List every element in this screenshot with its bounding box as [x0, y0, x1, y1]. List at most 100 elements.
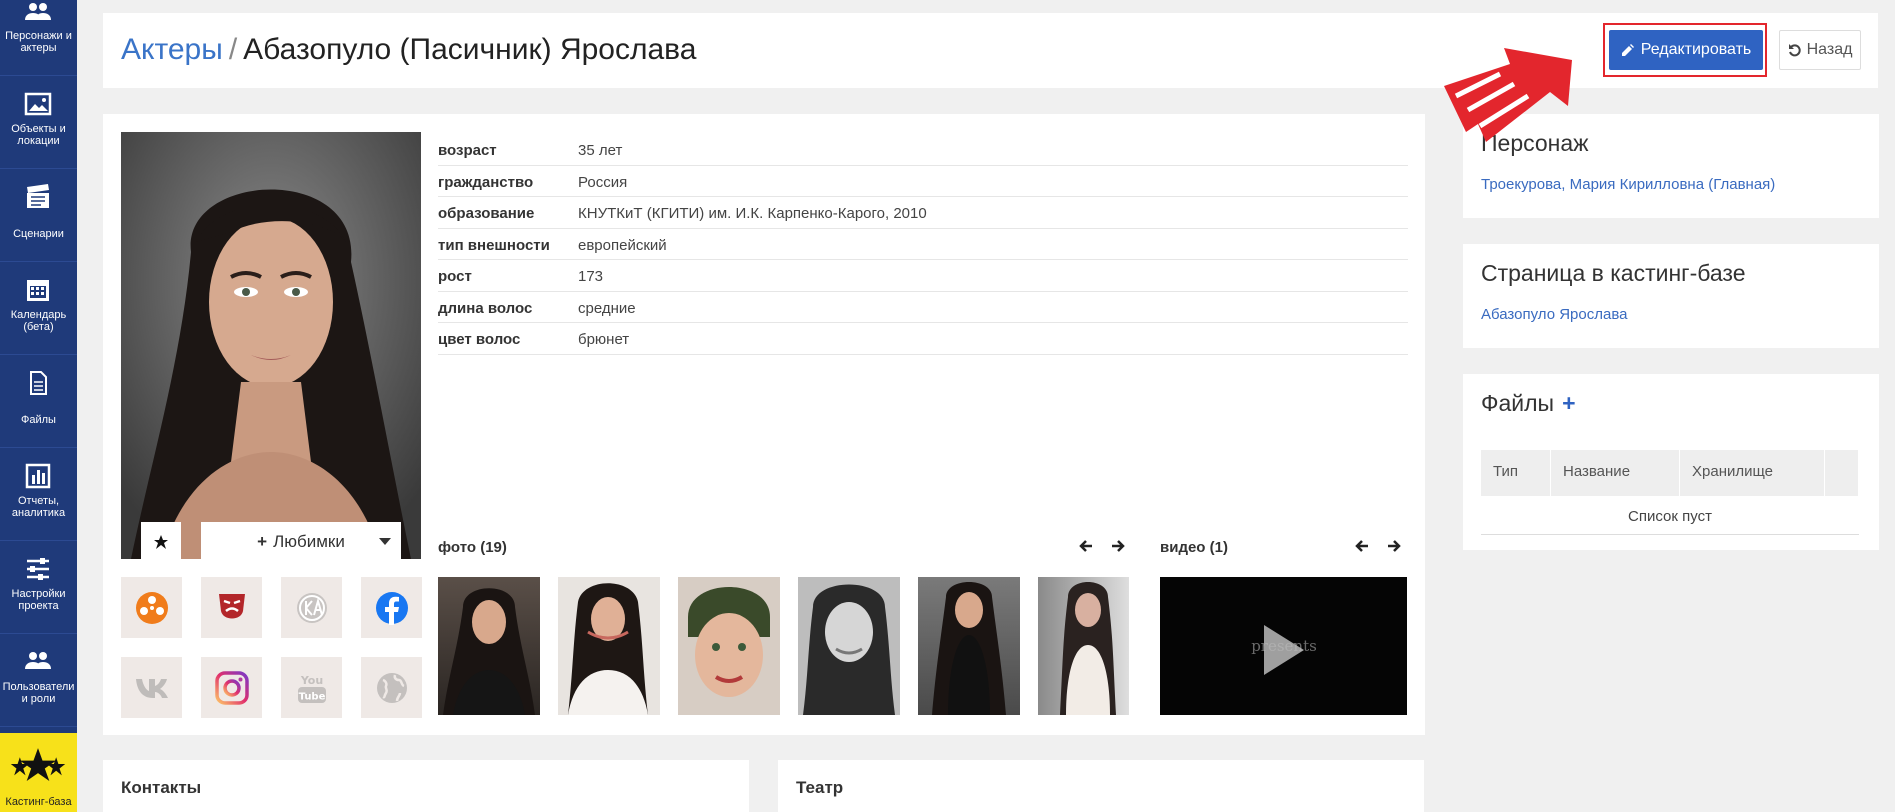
casting-page-title: Страница в кастинг-базе	[1481, 260, 1746, 286]
photo-image	[443, 588, 535, 715]
sidebar-item-reports[interactable]: Отчеты, аналитика	[0, 449, 77, 541]
arrow-right-icon[interactable]	[1110, 538, 1126, 554]
favorites-dropdown[interactable]: + Любимки	[201, 522, 401, 559]
favorites-label: Любимки	[273, 532, 345, 551]
detail-key: образование	[438, 205, 535, 222]
column-header-storage[interactable]: Хранилище	[1680, 450, 1825, 496]
column-header-actions	[1825, 450, 1859, 496]
clapperboard-icon	[27, 184, 49, 208]
detail-value: 173	[578, 268, 604, 285]
sidebar-item-label: Отчеты, аналитика	[11, 495, 66, 519]
casting-page-link[interactable]: Абазопуло Ярослава	[1481, 306, 1627, 323]
detail-row-height: рост 173	[438, 260, 1408, 292]
page-header: Актеры / Абазопуло (Пасичник) Ярослава Ред…	[103, 13, 1878, 88]
website-link[interactable]	[361, 657, 422, 718]
sidebar-item-settings[interactable]: Настройки проекта	[0, 542, 77, 634]
vk-icon	[135, 678, 168, 698]
theater-link[interactable]	[201, 577, 262, 638]
detail-row-citizenship: гражданство Россия	[438, 166, 1408, 197]
sidebar-item-casting[interactable]: Кастинг-база	[0, 733, 77, 812]
kino-teatr-link[interactable]	[281, 577, 342, 638]
facebook-link[interactable]	[361, 577, 422, 638]
detail-key: гражданство	[438, 173, 534, 191]
file-icon	[30, 371, 47, 395]
detail-row-hair-color: цвет волос брюнет	[438, 323, 1408, 355]
arrow-right-icon[interactable]	[1386, 538, 1402, 554]
video-pager	[1354, 538, 1402, 554]
users-icon	[25, 652, 51, 669]
arrow-left-icon[interactable]	[1078, 538, 1094, 554]
photo-thumbnail[interactable]	[678, 577, 780, 715]
instagram-link[interactable]	[201, 657, 262, 718]
breadcrumb: Актеры / Абазопуло (Пасичник) Ярослава	[121, 33, 696, 67]
kinopoisk-link[interactable]	[121, 577, 182, 638]
sliders-icon	[27, 558, 49, 580]
files-table: Тип Название Хранилище Список пуст	[1481, 450, 1859, 535]
detail-value: европейский	[578, 236, 667, 254]
kinopoisk-icon	[135, 591, 168, 624]
photo-image	[1060, 582, 1116, 715]
photos-pager	[1078, 538, 1126, 554]
calendar-icon	[27, 280, 49, 301]
photo-image	[803, 584, 895, 715]
video-preview: presents	[1251, 625, 1317, 675]
sidebar-item-label: Персонажи и актеры	[5, 30, 72, 54]
detail-key: тип внешности	[438, 236, 550, 254]
actor-profile-card: + Любимки You Tube возраст 35 лет гражда…	[103, 114, 1425, 735]
sidebar-item-label: Настройки проекта	[11, 588, 66, 612]
facebook-icon	[375, 591, 408, 625]
chevron-down-icon	[379, 538, 391, 545]
sidebar: Персонажи и актеры Объекты и локации Сце…	[0, 0, 77, 812]
character-link[interactable]: Троекурова, Мария Кирилловна (Главная)	[1481, 176, 1775, 193]
vk-link[interactable]	[121, 657, 182, 718]
globe-icon	[376, 672, 407, 703]
photo-thumbnail[interactable]	[798, 577, 900, 715]
detail-key: возраст	[438, 142, 497, 159]
theater-mask-icon	[218, 593, 245, 618]
undo-icon	[1788, 44, 1801, 57]
plus-icon: +	[257, 532, 268, 551]
sidebar-item-label: Сценарии	[13, 228, 64, 240]
sidebar-item-calendar[interactable]: Календарь (бета)	[0, 263, 77, 355]
sidebar-item-label: Пользователи и роли	[2, 681, 75, 705]
detail-key: цвет волос	[438, 331, 521, 348]
play-icon	[1264, 625, 1304, 675]
detail-row-age: возраст 35 лет	[438, 134, 1408, 166]
column-header-type[interactable]: Тип	[1481, 450, 1551, 496]
instagram-icon	[214, 670, 249, 705]
svg-text:You: You	[299, 674, 322, 687]
sidebar-item-label: Объекты и локации	[11, 123, 66, 147]
actor-details-table: возраст 35 лет гражданство Россия образова…	[438, 134, 1408, 355]
star-button[interactable]	[141, 522, 181, 559]
star-icon	[154, 535, 168, 549]
photo-thumbnail[interactable]	[918, 577, 1020, 715]
sidebar-item-files[interactable]: Файлы	[0, 356, 77, 448]
sidebar-item-scripts[interactable]: Сценарии	[0, 170, 77, 262]
video-thumbnail[interactable]: presents	[1160, 577, 1407, 715]
image-icon	[24, 92, 52, 116]
sidebar-item-users[interactable]: Пользователи и роли	[0, 635, 77, 727]
column-header-name[interactable]: Название	[1551, 450, 1680, 496]
detail-row-hair-length: длина волос средние	[438, 292, 1408, 323]
arrow-left-icon[interactable]	[1354, 538, 1370, 554]
sidebar-item-locations[interactable]: Объекты и локации	[0, 77, 77, 169]
actor-portrait	[121, 132, 421, 559]
sidebar-item-label: Календарь (бета)	[10, 309, 67, 333]
sidebar-item-characters[interactable]: Персонажи и актеры	[0, 0, 77, 76]
tutorial-arrow-annotation	[1444, 48, 1572, 142]
photo-thumbnail[interactable]	[438, 577, 540, 715]
youtube-link[interactable]: You Tube	[281, 657, 342, 718]
add-file-icon[interactable]: +	[1562, 390, 1575, 416]
actor-photo[interactable]: + Любимки	[121, 132, 421, 559]
sidebar-item-label: Кастинг-база	[5, 796, 72, 808]
back-button[interactable]: Назад	[1779, 30, 1861, 70]
kino-teatr-icon	[296, 592, 327, 623]
photo-thumbnail[interactable]	[558, 577, 660, 715]
edit-button[interactable]: Редактировать	[1609, 30, 1763, 70]
pencil-icon	[1621, 44, 1634, 56]
files-title: Файлы	[1481, 390, 1555, 416]
photo-thumbnail[interactable]	[1038, 577, 1129, 715]
sidebar-item-label: Файлы	[21, 414, 56, 426]
breadcrumb-actors-link[interactable]: Актеры	[121, 33, 223, 66]
casting-page-card: Страница в кастинг-базе Абазопуло Яросла…	[1463, 244, 1879, 348]
